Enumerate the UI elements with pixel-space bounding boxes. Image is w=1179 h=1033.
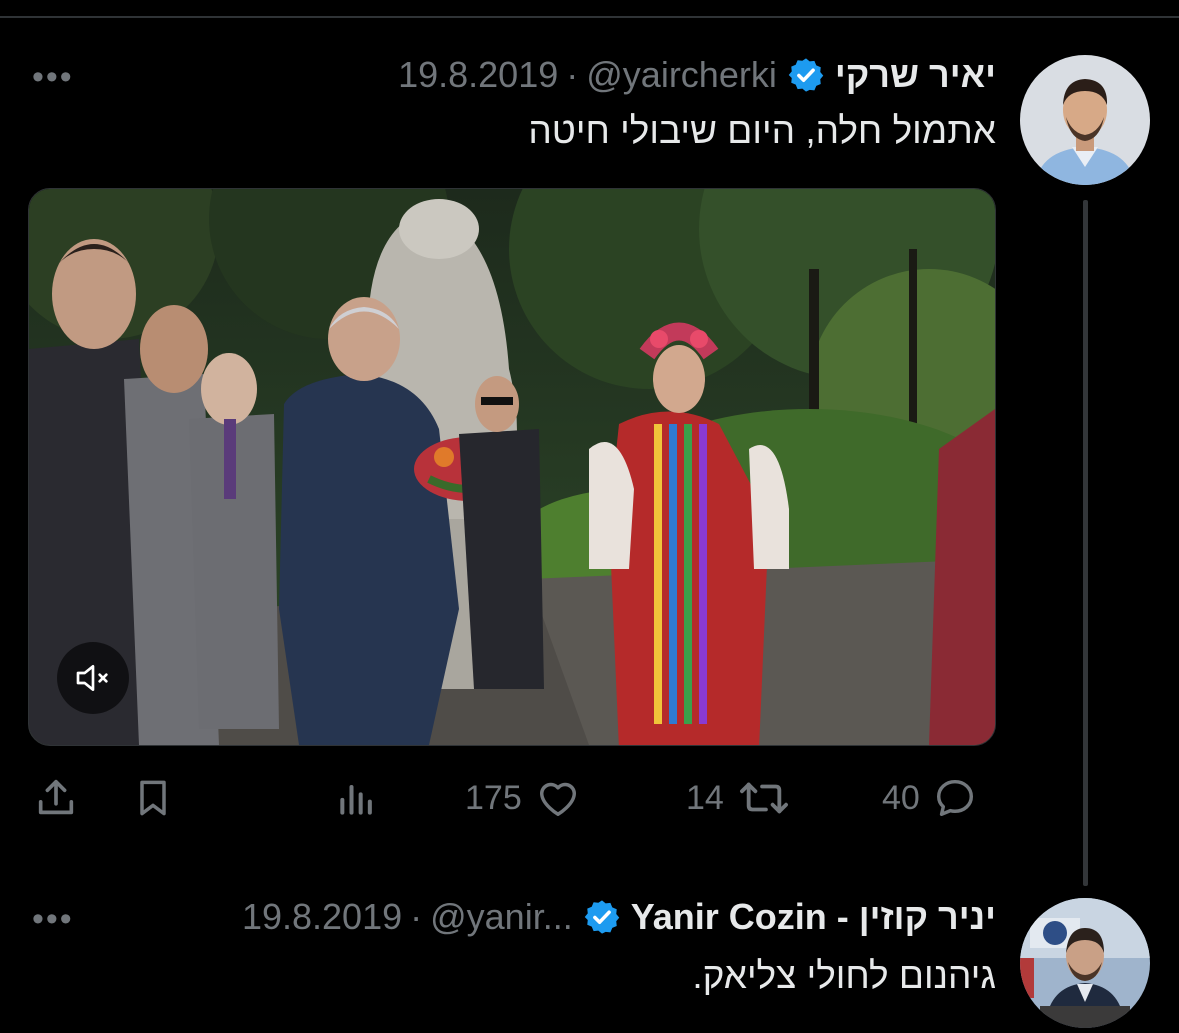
reply-count: 40 <box>882 778 920 817</box>
verified-badge-icon <box>787 56 825 94</box>
handle[interactable]: @yaircherki <box>586 54 777 96</box>
reply-button[interactable]: 40 <box>882 770 978 826</box>
tweet-thread: יאיר שרקי @yaircherki · 19.8.2019 ••• את… <box>0 0 1179 1033</box>
more-dots-icon[interactable]: ••• <box>32 60 74 94</box>
tweet-date[interactable]: 19.8.2019 <box>398 54 558 96</box>
like-button[interactable]: 175 <box>465 770 582 826</box>
more-dots-icon[interactable]: ••• <box>32 902 74 936</box>
views-button[interactable] <box>335 770 379 826</box>
share-icon <box>38 779 74 815</box>
bookmark-icon <box>140 780 166 816</box>
mute-button[interactable] <box>57 642 129 714</box>
like-count: 175 <box>465 778 522 817</box>
mute-icon <box>76 665 108 691</box>
share-button[interactable] <box>33 770 79 826</box>
tweet-date-2[interactable]: 19.8.2019 <box>242 896 402 938</box>
tweet-actions: 40 14 175 <box>0 770 1179 826</box>
retweet-icon <box>739 782 788 814</box>
handle-2[interactable]: @yanir... <box>430 896 573 938</box>
tweet-text: אתמול חלה, היום שיבולי חיטה <box>528 110 996 151</box>
display-name[interactable]: יאיר שרקי <box>835 54 996 96</box>
heart-icon <box>539 782 576 817</box>
retweet-button[interactable]: 14 <box>686 770 792 826</box>
views-icon <box>340 784 372 815</box>
tweet-text-2: גיהנום לחולי צליאק. <box>692 955 996 996</box>
retweet-count: 14 <box>686 778 724 817</box>
tweet-header-2: יניר קוזין - Yanir Cozin @yanir... · 19.… <box>242 892 996 942</box>
separator: · <box>566 54 579 95</box>
avatar-yair[interactable] <box>1020 55 1150 185</box>
separator-2: · <box>410 896 423 937</box>
verified-badge-icon <box>583 898 621 936</box>
bookmark-button[interactable] <box>131 770 175 826</box>
avatar-yanir[interactable] <box>1020 898 1150 1028</box>
reply-icon <box>936 779 973 817</box>
video-player[interactable] <box>28 188 996 746</box>
display-name-2[interactable]: יניר קוזין - Yanir Cozin <box>631 896 996 938</box>
top-divider <box>0 16 1179 18</box>
tweet-header: יאיר שרקי @yaircherki · 19.8.2019 <box>398 50 996 100</box>
